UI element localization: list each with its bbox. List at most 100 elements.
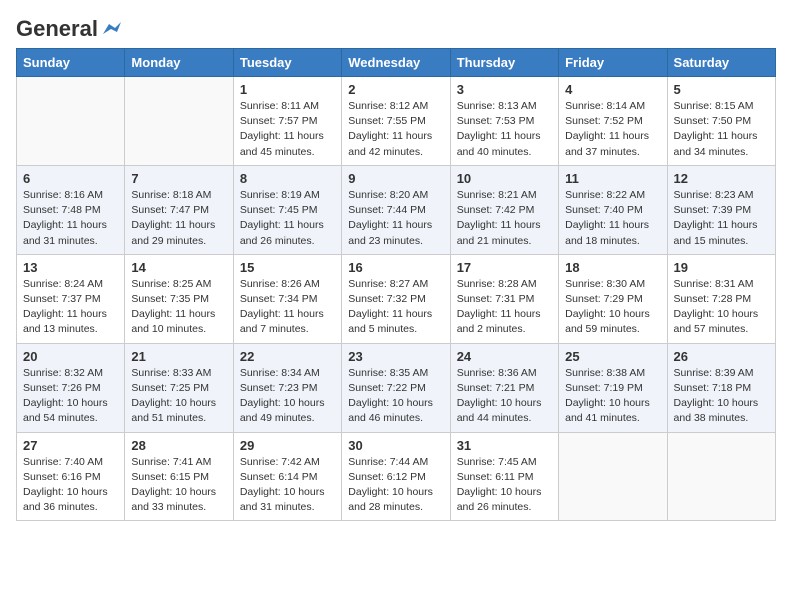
day-info: Sunrise: 8:27 AM Sunset: 7:32 PM Dayligh… (348, 277, 443, 338)
day-number: 20 (23, 349, 118, 364)
day-info: Sunrise: 8:32 AM Sunset: 7:26 PM Dayligh… (23, 366, 118, 427)
day-info: Sunrise: 8:18 AM Sunset: 7:47 PM Dayligh… (131, 188, 226, 249)
day-number: 23 (348, 349, 443, 364)
day-info: Sunrise: 7:40 AM Sunset: 6:16 PM Dayligh… (23, 455, 118, 516)
day-info: Sunrise: 8:14 AM Sunset: 7:52 PM Dayligh… (565, 99, 660, 160)
page-header: General (16, 16, 776, 38)
day-number: 14 (131, 260, 226, 275)
day-number: 30 (348, 438, 443, 453)
day-info: Sunrise: 8:30 AM Sunset: 7:29 PM Dayligh… (565, 277, 660, 338)
day-number: 4 (565, 82, 660, 97)
day-info: Sunrise: 8:39 AM Sunset: 7:18 PM Dayligh… (674, 366, 769, 427)
day-info: Sunrise: 8:16 AM Sunset: 7:48 PM Dayligh… (23, 188, 118, 249)
calendar-day-cell: 19 Sunrise: 8:31 AM Sunset: 7:28 PM Dayli… (667, 254, 775, 343)
calendar-day-cell: 1 Sunrise: 8:11 AM Sunset: 7:57 PM Daylig… (233, 77, 341, 166)
day-number: 8 (240, 171, 335, 186)
day-info: Sunrise: 8:15 AM Sunset: 7:50 PM Dayligh… (674, 99, 769, 160)
calendar-day-cell: 28 Sunrise: 7:41 AM Sunset: 6:15 PM Dayli… (125, 432, 233, 521)
calendar-day-cell: 12 Sunrise: 8:23 AM Sunset: 7:39 PM Dayli… (667, 165, 775, 254)
day-info: Sunrise: 8:19 AM Sunset: 7:45 PM Dayligh… (240, 188, 335, 249)
calendar-day-cell: 6 Sunrise: 8:16 AM Sunset: 7:48 PM Daylig… (17, 165, 125, 254)
calendar-day-cell: 25 Sunrise: 8:38 AM Sunset: 7:19 PM Dayli… (559, 343, 667, 432)
calendar-day-cell: 10 Sunrise: 8:21 AM Sunset: 7:42 PM Dayli… (450, 165, 558, 254)
day-info: Sunrise: 7:45 AM Sunset: 6:11 PM Dayligh… (457, 455, 552, 516)
calendar-day-cell: 5 Sunrise: 8:15 AM Sunset: 7:50 PM Daylig… (667, 77, 775, 166)
day-number: 11 (565, 171, 660, 186)
day-number: 9 (348, 171, 443, 186)
day-number: 13 (23, 260, 118, 275)
day-info: Sunrise: 8:34 AM Sunset: 7:23 PM Dayligh… (240, 366, 335, 427)
day-info: Sunrise: 8:21 AM Sunset: 7:42 PM Dayligh… (457, 188, 552, 249)
column-header-friday: Friday (559, 49, 667, 77)
logo-bird-icon (99, 20, 121, 38)
calendar-day-cell: 27 Sunrise: 7:40 AM Sunset: 6:16 PM Dayli… (17, 432, 125, 521)
calendar-day-cell: 11 Sunrise: 8:22 AM Sunset: 7:40 PM Dayli… (559, 165, 667, 254)
day-number: 12 (674, 171, 769, 186)
day-number: 26 (674, 349, 769, 364)
day-info: Sunrise: 7:44 AM Sunset: 6:12 PM Dayligh… (348, 455, 443, 516)
day-number: 22 (240, 349, 335, 364)
day-number: 16 (348, 260, 443, 275)
day-info: Sunrise: 8:26 AM Sunset: 7:34 PM Dayligh… (240, 277, 335, 338)
calendar-day-cell: 18 Sunrise: 8:30 AM Sunset: 7:29 PM Dayli… (559, 254, 667, 343)
calendar-header-row: SundayMondayTuesdayWednesdayThursdayFrid… (17, 49, 776, 77)
day-number: 25 (565, 349, 660, 364)
day-number: 1 (240, 82, 335, 97)
day-number: 10 (457, 171, 552, 186)
day-info: Sunrise: 7:42 AM Sunset: 6:14 PM Dayligh… (240, 455, 335, 516)
day-number: 17 (457, 260, 552, 275)
day-info: Sunrise: 8:13 AM Sunset: 7:53 PM Dayligh… (457, 99, 552, 160)
day-number: 18 (565, 260, 660, 275)
column-header-thursday: Thursday (450, 49, 558, 77)
day-number: 29 (240, 438, 335, 453)
column-header-tuesday: Tuesday (233, 49, 341, 77)
empty-cell (667, 432, 775, 521)
calendar-day-cell: 8 Sunrise: 8:19 AM Sunset: 7:45 PM Daylig… (233, 165, 341, 254)
calendar-day-cell: 23 Sunrise: 8:35 AM Sunset: 7:22 PM Dayli… (342, 343, 450, 432)
calendar-day-cell: 15 Sunrise: 8:26 AM Sunset: 7:34 PM Dayli… (233, 254, 341, 343)
day-number: 28 (131, 438, 226, 453)
day-info: Sunrise: 7:41 AM Sunset: 6:15 PM Dayligh… (131, 455, 226, 516)
calendar-day-cell: 20 Sunrise: 8:32 AM Sunset: 7:26 PM Dayli… (17, 343, 125, 432)
day-number: 5 (674, 82, 769, 97)
calendar-day-cell: 21Sunrise: 8:33 AM Sunset: 7:25 PM Dayli… (125, 343, 233, 432)
logo-general: General (16, 16, 98, 42)
empty-cell (17, 77, 125, 166)
day-info: Sunrise: 8:28 AM Sunset: 7:31 PM Dayligh… (457, 277, 552, 338)
calendar-day-cell: 3 Sunrise: 8:13 AM Sunset: 7:53 PM Daylig… (450, 77, 558, 166)
column-header-saturday: Saturday (667, 49, 775, 77)
day-number: 6 (23, 171, 118, 186)
empty-cell (125, 77, 233, 166)
day-info: Sunrise: 8:31 AM Sunset: 7:28 PM Dayligh… (674, 277, 769, 338)
calendar-day-cell: 30 Sunrise: 7:44 AM Sunset: 6:12 PM Dayli… (342, 432, 450, 521)
day-number: 3 (457, 82, 552, 97)
column-header-wednesday: Wednesday (342, 49, 450, 77)
day-info: Sunrise: 8:22 AM Sunset: 7:40 PM Dayligh… (565, 188, 660, 249)
calendar-day-cell: 29 Sunrise: 7:42 AM Sunset: 6:14 PM Dayli… (233, 432, 341, 521)
day-number: 15 (240, 260, 335, 275)
calendar-day-cell: 31 Sunrise: 7:45 AM Sunset: 6:11 PM Dayli… (450, 432, 558, 521)
day-number: 31 (457, 438, 552, 453)
day-info: Sunrise: 8:24 AM Sunset: 7:37 PM Dayligh… (23, 277, 118, 338)
logo: General (16, 16, 122, 38)
day-number: 19 (674, 260, 769, 275)
day-number: 27 (23, 438, 118, 453)
day-info: Sunrise: 8:11 AM Sunset: 7:57 PM Dayligh… (240, 99, 335, 160)
calendar-day-cell: 14Sunrise: 8:25 AM Sunset: 7:35 PM Dayli… (125, 254, 233, 343)
day-number: 24 (457, 349, 552, 364)
calendar-day-cell: 13 Sunrise: 8:24 AM Sunset: 7:37 PM Dayli… (17, 254, 125, 343)
day-number: 7 (131, 171, 226, 186)
day-number: 2 (348, 82, 443, 97)
calendar-table: SundayMondayTuesdayWednesdayThursdayFrid… (16, 48, 776, 521)
calendar-day-cell: 7 Sunrise: 8:18 AM Sunset: 7:47 PM Daylig… (125, 165, 233, 254)
day-info: Sunrise: 8:38 AM Sunset: 7:19 PM Dayligh… (565, 366, 660, 427)
day-info: Sunrise: 8:36 AM Sunset: 7:21 PM Dayligh… (457, 366, 552, 427)
calendar-day-cell: 4 Sunrise: 8:14 AM Sunset: 7:52 PM Daylig… (559, 77, 667, 166)
day-info: Sunrise: 8:20 AM Sunset: 7:44 PM Dayligh… (348, 188, 443, 249)
day-info: Sunrise: 8:23 AM Sunset: 7:39 PM Dayligh… (674, 188, 769, 249)
calendar-week-row: 13 Sunrise: 8:24 AM Sunset: 7:37 PM Dayli… (17, 254, 776, 343)
calendar-week-row: 27 Sunrise: 7:40 AM Sunset: 6:16 PM Dayli… (17, 432, 776, 521)
day-info: Sunrise: 8:35 AM Sunset: 7:22 PM Dayligh… (348, 366, 443, 427)
calendar-day-cell: 17 Sunrise: 8:28 AM Sunset: 7:31 PM Dayli… (450, 254, 558, 343)
calendar-day-cell: 22 Sunrise: 8:34 AM Sunset: 7:23 PM Dayli… (233, 343, 341, 432)
